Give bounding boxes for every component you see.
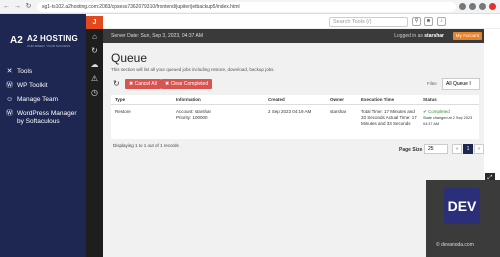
bell-icon[interactable]: ♪	[437, 17, 446, 26]
back-icon[interactable]: ←	[2, 2, 11, 11]
wordpress-icon: Ⓦ	[6, 110, 13, 117]
dev-logo: DEV	[444, 188, 480, 224]
filter-label: Filter	[427, 81, 437, 86]
page-1-button[interactable]: 1	[463, 144, 473, 154]
star-icon[interactable]	[469, 3, 476, 10]
jetbackup-logo-icon[interactable]: J	[86, 16, 103, 29]
my-account-button[interactable]: My Account	[452, 32, 482, 40]
sidebar-item-manage-team[interactable]: ☺ Manage Team	[6, 96, 84, 104]
extension-icon[interactable]	[479, 3, 486, 10]
table-header: Type Information Created Owner Execution…	[111, 95, 479, 105]
share-icon[interactable]	[459, 3, 466, 10]
clock-icon[interactable]: ◷	[86, 85, 103, 99]
home-icon[interactable]: ⌂	[86, 29, 103, 43]
cloud-icon[interactable]: ☁	[86, 57, 103, 71]
page-title: Queue	[111, 51, 148, 65]
team-icon: ☺	[6, 96, 14, 103]
table-row[interactable]: Restore Account: starshar Priority: 10000…	[111, 105, 479, 139]
jetbackup-iconbar: J ⌂ ↻ ☁ ⚠ ◷	[86, 16, 103, 257]
a2-logo-icon: A2	[10, 35, 23, 46]
page-description: This section will list all your queued j…	[111, 67, 275, 72]
page-size-label: Page Size	[399, 147, 423, 153]
sidebar-item-tools[interactable]: ✕ Tools	[6, 68, 84, 76]
profile-avatar[interactable]	[489, 3, 496, 10]
sidebar-item-wp-toolkit[interactable]: Ⓦ WP Toolkit	[6, 82, 84, 90]
server-date: Server Date: Sun, Sep 3, 2023, 04:37 AM	[111, 33, 204, 39]
cancel-all-button[interactable]: ✖ Cancel All	[125, 79, 161, 89]
sidebar-item-wordpress-manager[interactable]: Ⓦ WordPress Manager by Softaculous	[6, 110, 84, 126]
address-bar[interactable]: sg1-ts102.a2hosting.com:2083/cpsess73620…	[37, 1, 456, 12]
browser-bar: ← → ↻ sg1-ts102.a2hosting.com:2083/cpses…	[0, 0, 500, 14]
search-input[interactable]: Search Tools (/)	[329, 17, 408, 27]
dev-badge: DEV © devanoda.com	[426, 180, 500, 257]
wrench-icon: ✕	[6, 68, 13, 75]
restore-icon[interactable]: ↻	[86, 43, 103, 57]
prev-page-button[interactable]: «	[452, 144, 462, 154]
a2-logo[interactable]: A2 A2 HOSTING OUR SPEED, YOUR SUCCESS	[10, 34, 78, 48]
records-summary: Displaying 1 to 1 out of 1 records	[113, 143, 179, 148]
forward-icon[interactable]: →	[13, 2, 22, 11]
cpanel-sidebar: A2 A2 HOSTING OUR SPEED, YOUR SUCCESS ✕ T…	[0, 14, 86, 257]
jetbackup-header: Server Date: Sun, Sep 3, 2023, 04:37 AM …	[103, 29, 484, 43]
cpanel-topbar: Search Tools (/) ⚲ ☻ ♪	[86, 14, 500, 29]
alert-icon[interactable]: ⚠	[86, 71, 103, 85]
reload-icon[interactable]: ↻	[24, 2, 33, 11]
clear-completed-button[interactable]: ✖ Clear Completed	[161, 79, 213, 89]
queue-table: Type Information Created Owner Execution…	[111, 95, 479, 139]
credit-text: © devanoda.com	[436, 242, 474, 248]
refresh-icon[interactable]: ↻	[113, 79, 120, 89]
page-size-select[interactable]: 25	[424, 144, 448, 154]
wordpress-icon: Ⓦ	[6, 82, 13, 89]
user-icon[interactable]: ☻	[424, 17, 433, 26]
next-page-button[interactable]: »	[474, 144, 484, 154]
search-icon[interactable]: ⚲	[412, 17, 421, 26]
filter-select[interactable]: All Queue I	[442, 78, 480, 90]
logged-in-text: Logged in as starshar	[394, 33, 444, 39]
